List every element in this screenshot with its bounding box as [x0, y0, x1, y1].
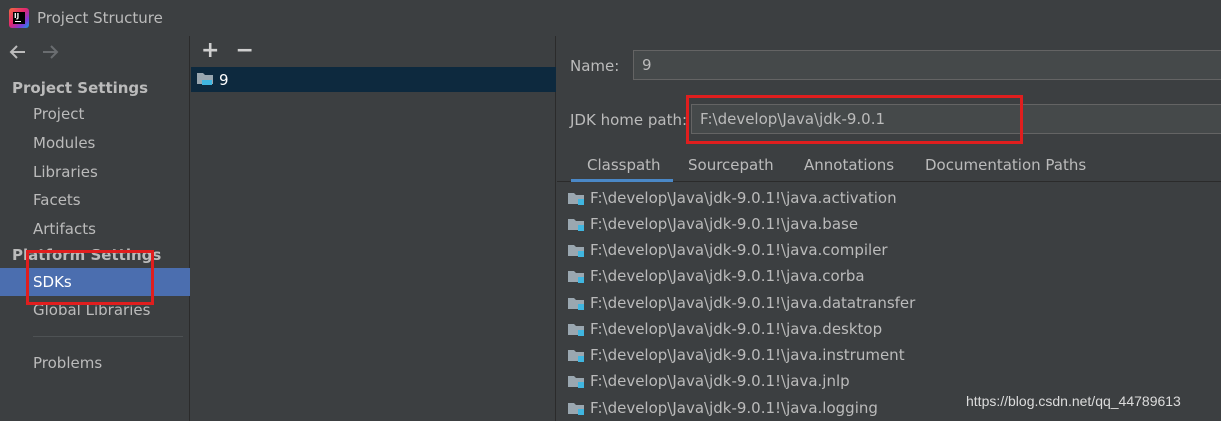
- classpath-item[interactable]: F:\develop\Java\jdk-9.0.1!\java.desktop: [567, 316, 882, 342]
- sdk-list-panel: + − 9: [191, 36, 556, 421]
- project-settings-heading: Project Settings: [12, 79, 149, 97]
- sdk-tabs: Classpath Sourcepath Annotations Documen…: [557, 150, 1221, 182]
- classpath-item[interactable]: F:\develop\Java\jdk-9.0.1!\java.base: [567, 211, 858, 237]
- nav-divider: [33, 336, 183, 337]
- sdk-name-label: 9: [219, 70, 229, 89]
- remove-sdk-button[interactable]: −: [235, 40, 253, 62]
- nav-item-artifacts[interactable]: Artifacts: [0, 215, 190, 243]
- window-title: Project Structure: [37, 9, 163, 27]
- classpath-item[interactable]: F:\develop\Java\jdk-9.0.1!\java.compiler: [567, 237, 888, 263]
- module-folder-icon: [567, 321, 585, 337]
- classpath-list: F:\develop\Java\jdk-9.0.1!\java.activati…: [557, 183, 1221, 421]
- sdk-list-toolbar: + −: [191, 36, 556, 66]
- sdk-list-item[interactable]: 9: [191, 67, 556, 92]
- classpath-text: F:\develop\Java\jdk-9.0.1!\java.datatran…: [590, 294, 916, 312]
- nav-item-facets[interactable]: Facets: [0, 186, 190, 214]
- settings-sidebar: Project Settings Project Modules Librari…: [0, 36, 190, 421]
- name-field[interactable]: 9: [633, 50, 1221, 80]
- classpath-text: F:\develop\Java\jdk-9.0.1!\java.desktop: [590, 320, 883, 338]
- nav-item-sdks[interactable]: SDKs: [0, 268, 190, 296]
- classpath-text: F:\develop\Java\jdk-9.0.1!\java.compiler: [590, 241, 888, 259]
- name-label: Name:: [570, 57, 620, 75]
- nav-item-libraries[interactable]: Libraries: [0, 158, 190, 186]
- tab-classpath[interactable]: Classpath: [587, 156, 661, 174]
- classpath-text: F:\develop\Java\jdk-9.0.1!\java.corba: [590, 267, 865, 285]
- classpath-item[interactable]: F:\develop\Java\jdk-9.0.1!\java.datatran…: [567, 290, 915, 316]
- module-folder-icon: [567, 295, 585, 311]
- jdk-folder-icon: [196, 70, 214, 90]
- module-folder-icon: [567, 268, 585, 284]
- sdk-details-panel: Name: 9 JDK home path: F:\develop\Java\j…: [557, 36, 1221, 421]
- module-folder-icon: [567, 216, 585, 232]
- module-folder-icon: [567, 347, 585, 363]
- title-bar: IJ Project Structure: [0, 0, 1221, 36]
- jdk-home-path-label: JDK home path:: [570, 111, 688, 129]
- tab-annotations[interactable]: Annotations: [804, 156, 894, 174]
- classpath-item[interactable]: F:\develop\Java\jdk-9.0.1!\java.activati…: [567, 185, 897, 211]
- tab-documentation-paths[interactable]: Documentation Paths: [925, 156, 1086, 174]
- active-tab-indicator: [571, 179, 673, 182]
- add-sdk-button[interactable]: +: [201, 40, 219, 62]
- jdk-home-path-field[interactable]: F:\develop\Java\jdk-9.0.1: [691, 104, 1221, 134]
- tab-sourcepath[interactable]: Sourcepath: [688, 156, 774, 174]
- nav-item-modules[interactable]: Modules: [0, 129, 190, 157]
- watermark-text: https://blog.csdn.net/qq_44789613: [966, 393, 1181, 409]
- nav-arrows: [8, 42, 60, 64]
- classpath-text: F:\develop\Java\jdk-9.0.1!\java.base: [590, 215, 859, 233]
- module-folder-icon: [567, 400, 585, 416]
- nav-item-problems[interactable]: Problems: [0, 349, 190, 377]
- module-folder-icon: [567, 373, 585, 389]
- classpath-item[interactable]: F:\develop\Java\jdk-9.0.1!\java.jnlp: [567, 368, 850, 394]
- nav-item-global-libraries[interactable]: Global Libraries: [0, 296, 190, 324]
- module-folder-icon: [567, 190, 585, 206]
- forward-arrow-icon[interactable]: [40, 42, 60, 62]
- intellij-app-icon: IJ: [9, 8, 29, 28]
- classpath-text: F:\develop\Java\jdk-9.0.1!\java.logging: [590, 399, 878, 417]
- classpath-item[interactable]: F:\develop\Java\jdk-9.0.1!\java.corba: [567, 263, 865, 289]
- module-folder-icon: [567, 242, 585, 258]
- nav-item-project[interactable]: Project: [0, 100, 190, 128]
- platform-settings-heading: Platform Settings: [12, 246, 162, 264]
- classpath-item[interactable]: F:\develop\Java\jdk-9.0.1!\java.logging: [567, 395, 878, 421]
- classpath-item[interactable]: F:\develop\Java\jdk-9.0.1!\java.instrume…: [567, 342, 905, 368]
- back-arrow-icon[interactable]: [8, 42, 28, 62]
- classpath-text: F:\develop\Java\jdk-9.0.1!\java.activati…: [590, 189, 897, 207]
- classpath-text: F:\develop\Java\jdk-9.0.1!\java.jnlp: [590, 372, 850, 390]
- classpath-text: F:\develop\Java\jdk-9.0.1!\java.instrume…: [590, 346, 905, 364]
